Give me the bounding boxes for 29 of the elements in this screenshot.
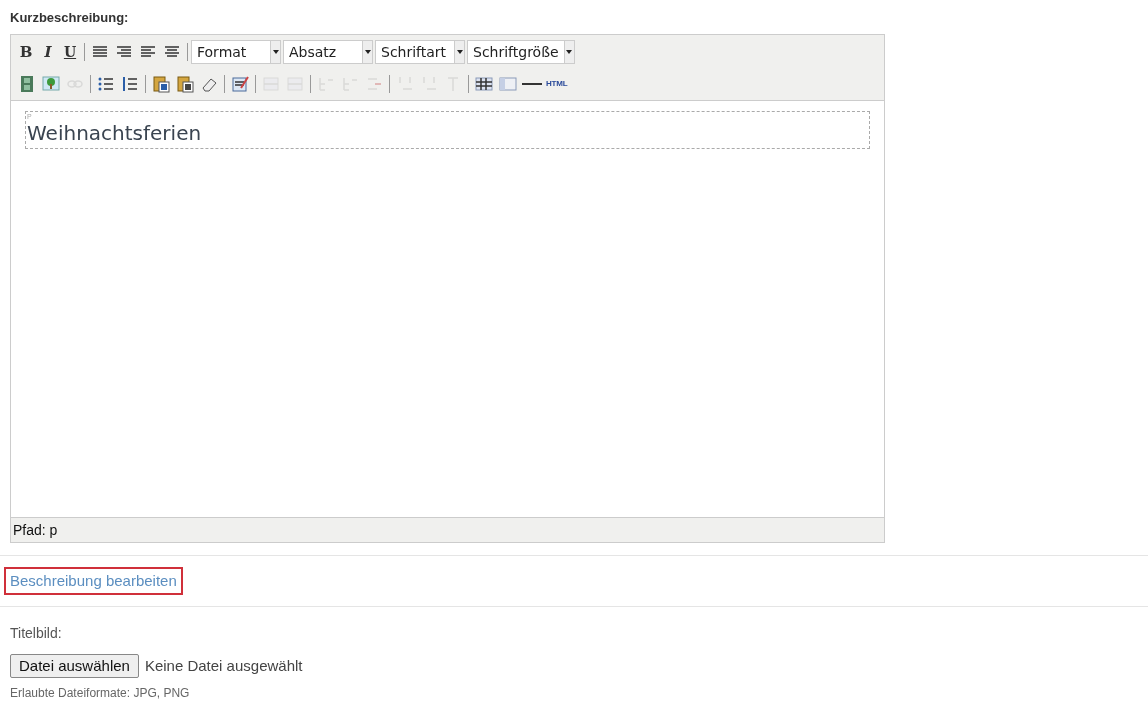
numbered-list-icon xyxy=(121,75,139,93)
element-path: Pfad: p xyxy=(13,520,58,540)
choose-file-button[interactable]: Datei auswählen xyxy=(10,654,139,678)
cover-label: Titelbild: xyxy=(10,624,63,643)
edit-description-link[interactable]: Beschreibung bearbeiten xyxy=(4,567,183,595)
dropdown[interactable]: Absatz xyxy=(283,40,373,64)
image-icon xyxy=(42,75,60,93)
field-label: Kurzbeschreibung: xyxy=(10,9,130,27)
format-button[interactable]: HTML xyxy=(544,73,570,95)
caret-icon xyxy=(272,50,279,54)
bullet-list-icon xyxy=(97,75,115,93)
editor-text: Weihnachtsferien xyxy=(27,121,203,145)
paste-text-icon xyxy=(176,75,194,93)
dropdown[interactable]: Schriftart xyxy=(375,40,465,64)
dropdown[interactable]: Format xyxy=(191,40,281,64)
caret-icon xyxy=(364,50,371,54)
dropdown[interactable]: Schriftgröße xyxy=(467,40,575,64)
format-button[interactable]: I xyxy=(37,41,59,63)
caret-icon xyxy=(456,50,463,54)
edit-icon xyxy=(231,75,249,93)
format-hint: Erlaubte Dateiformate: JPG, PNG xyxy=(10,685,191,702)
horizontal-rule-icon xyxy=(522,83,542,85)
file-status: Keine Datei ausgewählt xyxy=(144,655,303,676)
film-icon xyxy=(18,75,36,93)
caret-icon xyxy=(566,50,573,54)
paste-word-icon xyxy=(152,75,170,93)
table-icon xyxy=(475,75,493,93)
format-button[interactable]: B xyxy=(15,41,37,63)
format-button[interactable]: U xyxy=(59,41,81,63)
